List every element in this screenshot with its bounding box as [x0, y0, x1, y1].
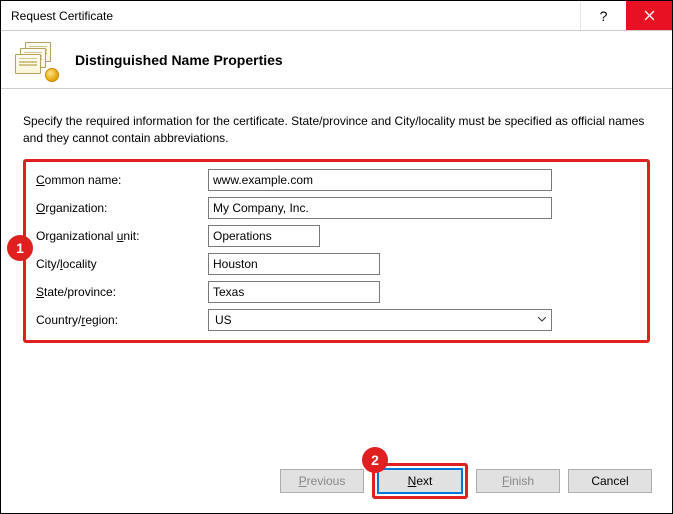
annotation-badge-2: 2: [362, 447, 388, 473]
label-city: City/locality: [36, 257, 208, 271]
close-button[interactable]: [626, 1, 672, 30]
label-common-name: Common name:: [36, 173, 208, 187]
window-title: Request Certificate: [11, 9, 580, 23]
country-value: US: [209, 313, 533, 327]
organizational-unit-input[interactable]: [208, 225, 320, 247]
close-icon: [644, 10, 655, 21]
label-country: Country/region:: [36, 313, 208, 327]
next-button[interactable]: Next: [378, 469, 462, 493]
city-input[interactable]: [208, 253, 380, 275]
next-button-highlight: 2 Next: [372, 463, 468, 499]
certificate-icon: [15, 40, 57, 80]
label-organizational-unit: Organizational unit:: [36, 229, 208, 243]
state-input[interactable]: [208, 281, 380, 303]
dialog-window: Request Certificate ? Distinguished Name…: [0, 0, 673, 514]
label-state: State/province:: [36, 285, 208, 299]
cancel-button[interactable]: Cancel: [568, 469, 652, 493]
page-title: Distinguished Name Properties: [75, 52, 283, 68]
description-text: Specify the required information for the…: [23, 113, 650, 147]
titlebar: Request Certificate ?: [1, 1, 672, 31]
help-icon: ?: [600, 8, 608, 24]
row-organization: Organization:: [36, 197, 637, 219]
titlebar-buttons: ?: [580, 1, 672, 30]
button-bar: Previous 2 Next Finish Cancel: [280, 463, 652, 499]
help-button[interactable]: ?: [580, 1, 626, 30]
form-highlight-area: Common name: Organization: Organizationa…: [23, 159, 650, 343]
row-common-name: Common name:: [36, 169, 637, 191]
row-organizational-unit: Organizational unit:: [36, 225, 637, 247]
label-organization: Organization:: [36, 201, 208, 215]
header-section: Distinguished Name Properties: [1, 31, 672, 89]
row-state: State/province:: [36, 281, 637, 303]
row-city: City/locality: [36, 253, 637, 275]
chevron-down-icon: [533, 317, 551, 322]
common-name-input[interactable]: [208, 169, 552, 191]
finish-button: Finish: [476, 469, 560, 493]
content-area: Specify the required information for the…: [1, 89, 672, 343]
row-country: Country/region: US: [36, 309, 637, 331]
previous-button: Previous: [280, 469, 364, 493]
organization-input[interactable]: [208, 197, 552, 219]
annotation-badge-1: 1: [7, 235, 33, 261]
country-combobox[interactable]: US: [208, 309, 552, 331]
